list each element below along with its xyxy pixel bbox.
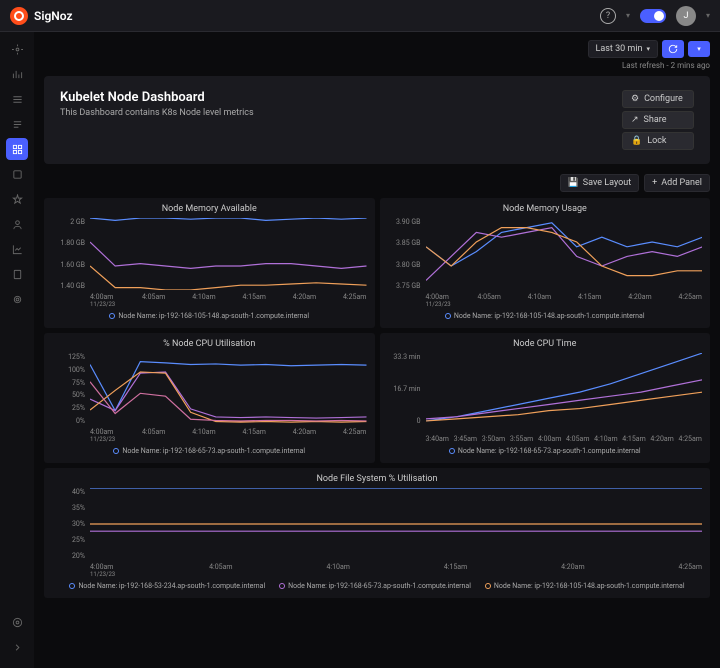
- sidebar-item-0[interactable]: [6, 38, 28, 60]
- legend: Node Name: ip-192-168-53-234.ap-south-1.…: [52, 582, 702, 590]
- sidebar-item-2[interactable]: [6, 88, 28, 110]
- sidebar-item-10[interactable]: [6, 288, 28, 310]
- add-panel-button[interactable]: +Add Panel: [644, 174, 710, 192]
- sidebar-item-3[interactable]: [6, 113, 28, 135]
- sidebar-item-8[interactable]: [6, 238, 28, 260]
- chart: 2 GB1.80 GB1.60 GB1.40 GB4:00am11/23/234…: [52, 218, 367, 308]
- help-icon[interactable]: ?: [600, 8, 616, 24]
- sidebar: [0, 32, 34, 668]
- legend: Node Name: ip-192-168-65-73.ap-south-1.c…: [388, 447, 703, 455]
- sidebar-item-dashboards[interactable]: [6, 138, 28, 160]
- share-button[interactable]: ↗Share: [622, 111, 694, 129]
- chart: 3.90 GB3.85 GB3.80 GB3.75 GB4:00am11/23/…: [388, 218, 703, 308]
- sidebar-item-support[interactable]: [6, 611, 28, 633]
- legend: Node Name: ip-192-168-105-148.ap-south-1…: [52, 312, 367, 320]
- legend: Node Name: ip-192-168-105-148.ap-south-1…: [388, 312, 703, 320]
- legend: Node Name: ip-192-168-65-73.ap-south-1.c…: [52, 447, 367, 455]
- lock-button[interactable]: 🔒Lock: [622, 132, 694, 150]
- panel-title: Node Memory Usage: [388, 204, 703, 214]
- chart: 125%100%75%50%25%0%4:00am11/23/234:05am4…: [52, 353, 367, 443]
- panel-title: Node CPU Time: [388, 339, 703, 349]
- panel-mem_usage[interactable]: Node Memory Usage 3.90 GB3.85 GB3.80 GB3.…: [380, 198, 711, 328]
- lock-icon: 🔒: [631, 136, 642, 146]
- refresh-interval-button[interactable]: ▾: [688, 41, 710, 57]
- dashboard-title: Kubelet Node Dashboard: [60, 90, 254, 105]
- save-layout-button[interactable]: 💾Save Layout: [560, 174, 640, 192]
- panel-cpu_time[interactable]: Node CPU Time 33.3 min16.7 min03:40am3:45…: [380, 333, 711, 463]
- gear-icon: ⚙: [631, 94, 639, 104]
- dashboard-header: Kubelet Node Dashboard This Dashboard co…: [44, 76, 710, 164]
- brand-name: SigNoz: [34, 9, 73, 23]
- plus-icon: +: [652, 178, 657, 188]
- logo-icon: [10, 7, 28, 25]
- avatar-caret: ▾: [706, 11, 710, 20]
- theme-toggle[interactable]: [640, 9, 666, 23]
- chart: 33.3 min16.7 min03:40am3:45am3:50am3:55a…: [388, 353, 703, 443]
- sidebar-item-6[interactable]: [6, 188, 28, 210]
- panel-title: Node Memory Available: [52, 204, 367, 214]
- avatar[interactable]: J: [676, 6, 696, 26]
- help-caret: ▾: [626, 11, 630, 20]
- sidebar-item-5[interactable]: [6, 163, 28, 185]
- sidebar-item-1[interactable]: [6, 63, 28, 85]
- sidebar-item-9[interactable]: [6, 263, 28, 285]
- main: Last 30 min ▾ ▾ Last refresh - 2 mins ag…: [34, 32, 720, 668]
- time-range-picker[interactable]: Last 30 min ▾: [588, 40, 658, 58]
- sidebar-collapse[interactable]: [6, 636, 28, 658]
- topbar: SigNoz ? ▾ J ▾: [0, 0, 720, 32]
- chart: 40%35%30%25%20%4:00am11/23/234:05am4:10a…: [52, 488, 702, 578]
- share-icon: ↗: [631, 115, 639, 125]
- last-refresh-text: Last refresh - 2 mins ago: [44, 61, 710, 70]
- panel-cpu_util[interactable]: % Node CPU Utilisation 125%100%75%50%25%0…: [44, 333, 375, 463]
- panel-fs_util[interactable]: Node File System % Utilisation 40%35%30%2…: [44, 468, 710, 598]
- refresh-button[interactable]: [662, 40, 684, 58]
- logo[interactable]: SigNoz: [10, 7, 73, 25]
- panel-title: % Node CPU Utilisation: [52, 339, 367, 349]
- sidebar-item-7[interactable]: [6, 213, 28, 235]
- configure-button[interactable]: ⚙Configure: [622, 90, 694, 108]
- panel-title: Node File System % Utilisation: [52, 474, 702, 484]
- dashboard-subtitle: This Dashboard contains K8s Node level m…: [60, 108, 254, 118]
- panel-mem_avail[interactable]: Node Memory Available 2 GB1.80 GB1.60 GB1…: [44, 198, 375, 328]
- save-icon: 💾: [568, 178, 579, 188]
